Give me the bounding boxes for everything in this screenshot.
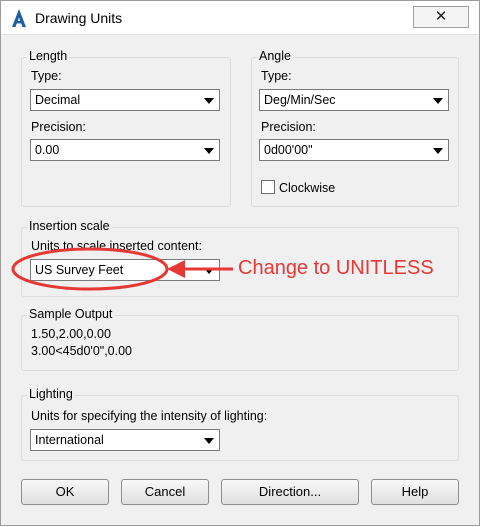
clockwise-checkbox[interactable]: [261, 180, 275, 194]
close-icon: ✕: [434, 8, 448, 25]
angle-type-label: Type:: [261, 69, 292, 83]
clockwise-label: Clockwise: [279, 181, 336, 195]
sample-output-group: [21, 315, 459, 371]
drawing-units-dialog: Drawing Units ✕ Length Type: Decimal Pre…: [0, 0, 480, 526]
length-precision-label: Precision:: [31, 120, 86, 134]
lighting-units-label: Units for specifying the intensity of li…: [31, 409, 268, 423]
title-bar: Drawing Units ✕: [1, 1, 479, 35]
chevron-down-icon: [204, 98, 214, 104]
lighting-units-value: International: [35, 433, 104, 447]
annotation-text: Change to UNITLESS: [238, 257, 434, 279]
length-precision-select[interactable]: 0.00: [30, 139, 220, 161]
insertion-scale-group-title: Insertion scale: [27, 219, 112, 233]
lighting-units-select[interactable]: International: [30, 429, 220, 451]
angle-group-title: Angle: [257, 49, 293, 63]
lighting-group: [21, 395, 459, 461]
length-type-value: Decimal: [35, 93, 81, 107]
angle-precision-select[interactable]: 0d00'00": [259, 139, 449, 161]
angle-type-value: Deg/Min/Sec: [264, 93, 336, 107]
help-button[interactable]: Help: [371, 479, 459, 505]
chevron-down-icon: [433, 98, 443, 104]
chevron-down-icon: [433, 148, 443, 154]
direction-button[interactable]: Direction...: [221, 479, 359, 505]
angle-precision-value: 0d00'00": [264, 143, 313, 157]
chevron-down-icon: [204, 148, 214, 154]
length-group-title: Length: [27, 49, 70, 63]
sample-output-line-2: 3.00<45d0'0",0.00: [31, 344, 133, 358]
cancel-button[interactable]: Cancel: [121, 479, 209, 505]
angle-type-select[interactable]: Deg/Min/Sec: [259, 89, 449, 111]
angle-precision-label: Precision:: [261, 120, 316, 134]
length-type-label: Type:: [31, 69, 62, 83]
insertion-units-select[interactable]: US Survey Feet: [30, 259, 220, 281]
insertion-units-value: US Survey Feet: [35, 263, 124, 277]
close-button[interactable]: ✕: [413, 6, 469, 28]
lighting-group-title: Lighting: [27, 387, 75, 401]
ok-button[interactable]: OK: [21, 479, 109, 505]
chevron-down-icon: [204, 268, 214, 274]
insertion-units-label: Units to scale inserted content:: [31, 239, 202, 253]
chevron-down-icon: [204, 438, 214, 444]
length-precision-value: 0.00: [35, 143, 60, 157]
dialog-title: Drawing Units: [35, 10, 123, 26]
sample-output-group-title: Sample Output: [27, 307, 115, 321]
length-type-select[interactable]: Decimal: [30, 89, 220, 111]
autocad-logo-icon: [12, 9, 26, 27]
sample-output-line-1: 1.50,2.00,0.00: [31, 327, 111, 341]
